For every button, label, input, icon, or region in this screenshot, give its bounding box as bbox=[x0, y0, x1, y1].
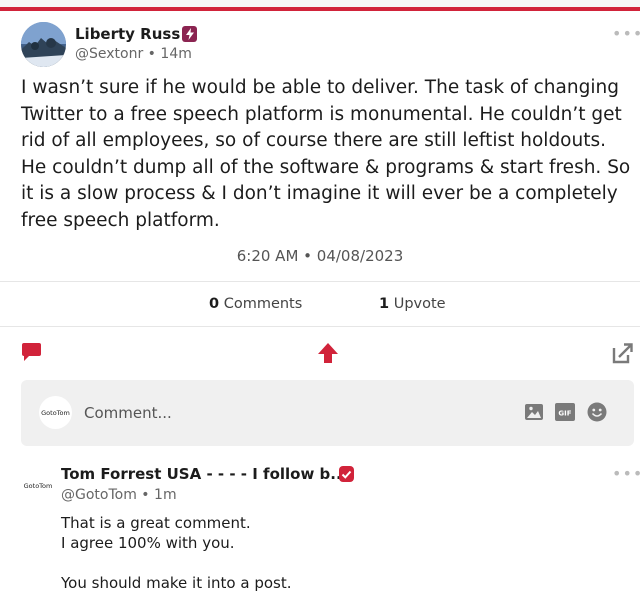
author-handle[interactable]: @Sextonr bbox=[75, 46, 143, 62]
reply-avatar[interactable]: GotoTom bbox=[20, 468, 56, 504]
comment-input[interactable] bbox=[84, 402, 464, 424]
more-dots-icon[interactable]: ••• bbox=[612, 24, 640, 43]
upvotes-label: Upvote bbox=[393, 296, 446, 312]
reply-meta: @GotoTom • 1m bbox=[61, 487, 177, 503]
arrow-up-icon[interactable] bbox=[317, 342, 339, 368]
image-icon[interactable] bbox=[524, 402, 544, 422]
author-name[interactable]: Liberty Russ bbox=[75, 25, 180, 43]
reply-body: That is a great comment. I agree 100% wi… bbox=[61, 513, 291, 593]
comments-label: Comments bbox=[223, 296, 303, 312]
upvotes-count[interactable]: 1 Upvote bbox=[379, 296, 446, 312]
composer-avatar[interactable]: GotoTom bbox=[39, 396, 72, 429]
share-arrow-icon[interactable] bbox=[612, 342, 634, 368]
reply-author-name[interactable]: Tom Forrest USA - - - - I follow b... bbox=[61, 465, 347, 483]
post-time: 6:20 AM bbox=[236, 247, 299, 265]
reply-line bbox=[61, 553, 291, 573]
emoji-icon[interactable] bbox=[587, 402, 607, 422]
author-meta: @Sextonr • 14m bbox=[75, 46, 192, 62]
shield-bolt-icon bbox=[182, 26, 197, 42]
header-accent-bar bbox=[0, 7, 640, 11]
more-dots-icon[interactable]: ••• bbox=[612, 464, 640, 483]
reply-age: 1m bbox=[154, 487, 177, 503]
reply-line: You should make it into a post. bbox=[61, 574, 292, 592]
upvotes-number: 1 bbox=[379, 296, 390, 312]
comments-number: 0 bbox=[209, 296, 220, 312]
divider bbox=[0, 326, 640, 327]
gif-label: GIF bbox=[558, 410, 571, 418]
post-age: 14m bbox=[160, 46, 192, 62]
shield-check-icon bbox=[339, 466, 354, 482]
comments-count[interactable]: 0 Comments bbox=[209, 296, 302, 312]
author-avatar[interactable] bbox=[21, 22, 66, 67]
speech-bubble-icon[interactable] bbox=[21, 342, 42, 366]
reply-line: I agree 100% with you. bbox=[61, 534, 235, 552]
comment-composer: GotoTom GIF bbox=[21, 380, 634, 446]
gif-icon[interactable]: GIF bbox=[555, 402, 575, 422]
divider bbox=[0, 281, 640, 282]
post-timestamp: 6:20 AM • 04/08/2023 bbox=[236, 247, 404, 265]
post-date: 04/08/2023 bbox=[316, 247, 404, 265]
reply-handle[interactable]: @GotoTom bbox=[61, 487, 137, 503]
reply-line: That is a great comment. bbox=[61, 514, 251, 532]
header-shadow bbox=[0, 0, 640, 7]
post-body: I wasn’t sure if he would be able to del… bbox=[21, 77, 631, 231]
